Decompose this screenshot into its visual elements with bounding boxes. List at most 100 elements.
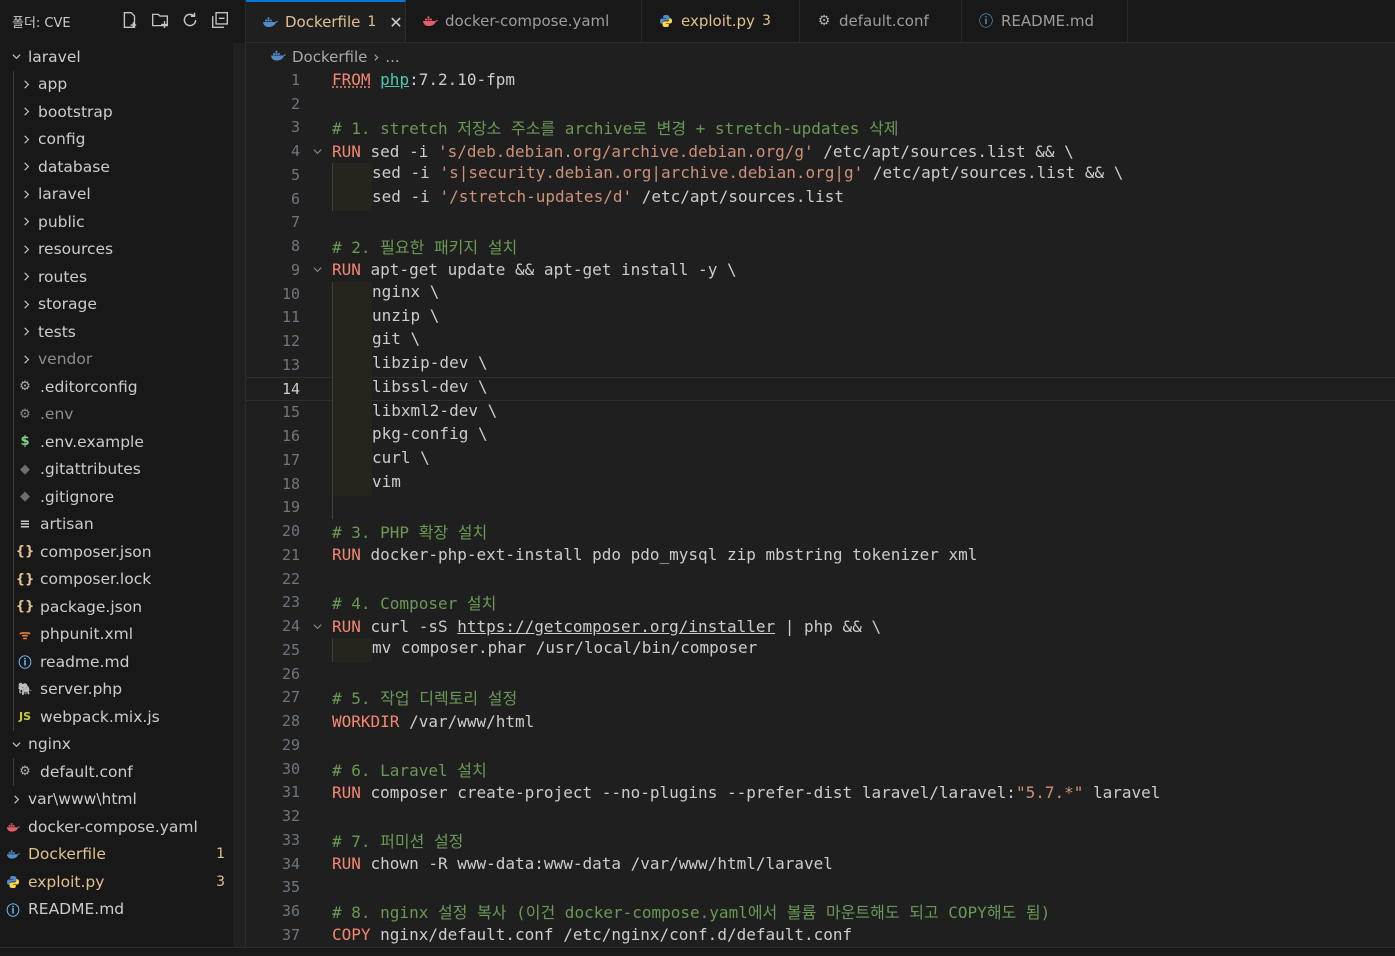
line-number: 7: [290, 213, 300, 232]
problem-count-badge: 1: [216, 846, 225, 863]
new-file-icon[interactable]: [121, 10, 139, 30]
folder-nginx[interactable]: nginx: [0, 731, 245, 759]
close-icon[interactable]: ✕: [389, 13, 402, 32]
code-line[interactable]: 12 git \: [246, 329, 1395, 353]
folder-laravel[interactable]: laravel: [0, 181, 245, 209]
code-line[interactable]: 28 WORKDIR /var/www/html: [246, 709, 1395, 733]
json-braces-icon: {}: [15, 544, 35, 560]
tab-dockerfile[interactable]: Dockerfile 1 ✕: [246, 0, 406, 42]
code-token: laravel: [1083, 782, 1161, 802]
folder-storage[interactable]: storage: [0, 291, 245, 319]
sidebar-scrollbar[interactable]: [233, 43, 245, 948]
file-package-json[interactable]: {} package.json: [0, 593, 245, 621]
file-server-php[interactable]: 🐘 server.php: [0, 676, 245, 704]
file-docker-compose-yaml[interactable]: docker-compose.yaml: [0, 813, 245, 841]
folder-routes[interactable]: routes: [0, 263, 245, 291]
tree-item-label: database: [38, 157, 110, 176]
code-line[interactable]: 6 sed -i '/stretch-updates/d' /etc/apt/so…: [246, 186, 1395, 211]
code-editor[interactable]: 1 FROM php:7.2.10-fpm 2 3 # 1. stretch 저장소 주…: [246, 68, 1395, 948]
tree-item-label: webpack.mix.js: [40, 707, 160, 726]
code-line[interactable]: 32: [246, 804, 1395, 828]
code-line[interactable]: 22: [246, 567, 1395, 591]
code-line[interactable]: 34 RUN chown -R www-data:www-data /var/ww…: [246, 852, 1395, 876]
file-artisan[interactable]: ≡ artisan: [0, 511, 245, 539]
tab-docker-compose-yaml[interactable]: docker-compose.yaml: [406, 0, 642, 42]
file-exploit-py[interactable]: exploit.py 3: [0, 868, 245, 896]
folder-laravel[interactable]: laravel: [0, 43, 245, 71]
file-env-example[interactable]: $ .env.example: [0, 428, 245, 456]
code-line[interactable]: 33 # 7. 퍼미션 설정: [246, 828, 1395, 852]
file-gitattributes[interactable]: ◆ .gitattributes: [0, 456, 245, 484]
code-line[interactable]: 2: [246, 92, 1395, 116]
collapse-all-icon[interactable]: [211, 10, 229, 30]
file-readme-md[interactable]: ⓘ README.md: [0, 896, 245, 924]
folder-config[interactable]: config: [0, 126, 245, 154]
code-line[interactable]: 14 libssl-dev \: [246, 376, 1395, 401]
code-line[interactable]: 10 nginx \: [246, 281, 1395, 306]
tab-readme-md[interactable]: ⓘ README.md: [962, 0, 1128, 42]
folder-tests[interactable]: tests: [0, 318, 245, 346]
code-token: | php && \: [775, 616, 882, 636]
code-text: # 8. nginx 설정 복사 (이건 docker-compose.yaml…: [332, 899, 1050, 923]
file-gitignore[interactable]: ◆ .gitignore: [0, 483, 245, 511]
code-line[interactable]: 24 RUN curl -sS https://getcomposer.org/i…: [246, 614, 1395, 638]
code-line[interactable]: 21 RUN docker-php-ext-install pdo pdo_mys…: [246, 543, 1395, 567]
refresh-icon[interactable]: [181, 10, 199, 30]
code-line[interactable]: 30 # 6. Laravel 설치: [246, 757, 1395, 781]
file-readme-md[interactable]: ⓘ readme.md: [0, 648, 245, 676]
file-dockerfile[interactable]: Dockerfile 1: [0, 841, 245, 869]
code-text: # 2. 필요한 패키지 설치: [332, 234, 517, 258]
code-line[interactable]: 16 pkg-config \: [246, 424, 1395, 448]
tab-default-conf[interactable]: ⚙ default.conf: [800, 0, 962, 42]
folder-app[interactable]: app: [0, 71, 245, 99]
code-line[interactable]: 27 # 5. 작업 디렉토리 설정: [246, 686, 1395, 710]
file-composer-json[interactable]: {} composer.json: [0, 538, 245, 566]
fold-chevron-icon[interactable]: [312, 260, 323, 279]
folder-vendor[interactable]: vendor: [0, 346, 245, 374]
code-line[interactable]: 29: [246, 733, 1395, 757]
folder-resources[interactable]: resources: [0, 236, 245, 264]
fold-chevron-icon[interactable]: [312, 142, 323, 161]
code-line[interactable]: 20 # 3. PHP 확장 설치: [246, 519, 1395, 543]
code-token: libssl-dev \: [372, 376, 488, 396]
code-line[interactable]: 37 COPY nginx/default.conf /etc/nginx/con…: [246, 923, 1395, 947]
code-token[interactable]: https://getcomposer.org/installer: [457, 617, 775, 636]
code-line[interactable]: 7: [246, 211, 1395, 235]
code-line[interactable]: 23 # 4. Composer 설치: [246, 591, 1395, 615]
code-line[interactable]: 13 libzip-dev \: [246, 353, 1395, 377]
code-line[interactable]: 26: [246, 662, 1395, 686]
file-default-conf[interactable]: ⚙ default.conf: [0, 758, 245, 786]
breadcrumb-symbols[interactable]: ...: [385, 48, 399, 66]
code-line[interactable]: 19: [246, 495, 1395, 520]
file-phpunit-xml[interactable]: ᯤ phpunit.xml: [0, 621, 245, 649]
file-editorconfig[interactable]: ⚙ .editorconfig: [0, 373, 245, 401]
code-line[interactable]: 25 mv composer.phar /usr/local/bin/compos…: [246, 638, 1395, 662]
code-line[interactable]: 11 unzip \: [246, 305, 1395, 330]
code-line[interactable]: 1 FROM php:7.2.10-fpm: [246, 68, 1395, 92]
code-token: /etc/apt/sources.list && \: [813, 141, 1074, 161]
new-folder-icon[interactable]: [151, 10, 169, 30]
tree-item-label: nginx: [28, 735, 71, 754]
line-number: 14: [281, 379, 300, 398]
breadcrumb-file[interactable]: Dockerfile: [292, 48, 367, 66]
fold-chevron-icon[interactable]: [312, 617, 323, 636]
code-line[interactable]: 4 RUN sed -i 's/deb.debian.org/archive.de…: [246, 139, 1395, 163]
file-webpack-mix-js[interactable]: JS webpack.mix.js: [0, 703, 245, 731]
code-line[interactable]: 17 curl \: [246, 448, 1395, 472]
code-line[interactable]: 9 RUN apt-get update && apt-get install -…: [246, 258, 1395, 282]
tab-exploit-py[interactable]: exploit.py 3: [642, 0, 800, 42]
code-line[interactable]: 35: [246, 876, 1395, 900]
code-line[interactable]: 15 libxml2-dev \: [246, 400, 1395, 425]
folder-var-www-html[interactable]: var\www\html: [0, 786, 245, 814]
code-line[interactable]: 36 # 8. nginx 설정 복사 (이건 docker-compose.ya…: [246, 899, 1395, 923]
folder-database[interactable]: database: [0, 153, 245, 181]
code-line[interactable]: 31 RUN composer create-project --no-plugi…: [246, 781, 1395, 805]
code-line[interactable]: 3 # 1. stretch 저장소 주소를 archive로 변경 + stre…: [246, 116, 1395, 140]
code-line[interactable]: 18 vim: [246, 471, 1395, 496]
folder-bootstrap[interactable]: bootstrap: [0, 98, 245, 126]
code-line[interactable]: 8 # 2. 필요한 패키지 설치: [246, 234, 1395, 258]
file-env[interactable]: ⚙ .env: [0, 401, 245, 429]
code-line[interactable]: 5 sed -i 's|security.debian.org|archive.d…: [246, 163, 1395, 187]
folder-public[interactable]: public: [0, 208, 245, 236]
file-composer-lock[interactable]: {} composer.lock: [0, 566, 245, 594]
